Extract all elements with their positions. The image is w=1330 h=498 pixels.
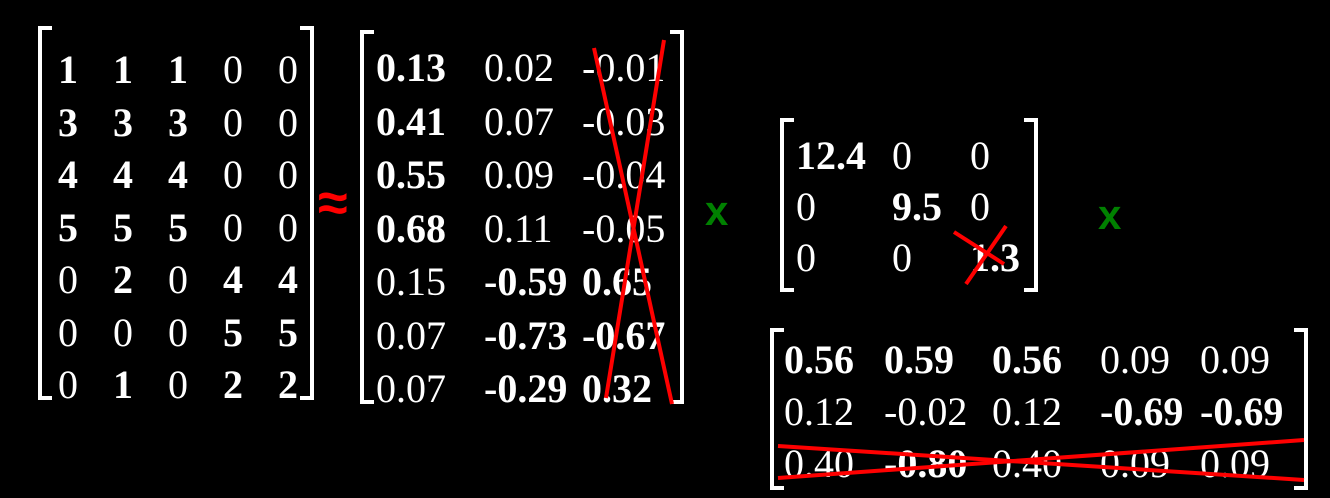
matrix-u-cell: -0.67 bbox=[582, 312, 666, 358]
matrix-a-cell: 5 bbox=[58, 204, 78, 250]
matrix-u-cell: 0.11 bbox=[484, 205, 553, 251]
matrix-s-cell: 0 bbox=[892, 133, 912, 178]
matrix-v-cell: -0.02 bbox=[884, 389, 968, 434]
matrix-a-cell: 0 bbox=[168, 309, 188, 355]
matrix-s-cell: 0 bbox=[796, 235, 816, 280]
matrix-u: 0.13 0.02 -0.01 0.41 0.07 -0.03 0.55 0.09 -0.04 0… bbox=[360, 30, 684, 409]
matrix-a-right-bracket bbox=[300, 26, 314, 400]
matrix-u-cell: 0.55 bbox=[376, 152, 446, 197]
matrix-u-cell: -0.73 bbox=[484, 312, 568, 358]
matrix-a-cell: 2 bbox=[113, 257, 133, 302]
matrix-v-cell: 0.56 bbox=[784, 337, 854, 382]
matrix-s-cell: 12.4 bbox=[796, 133, 866, 178]
times-symbol-1: x bbox=[705, 187, 729, 234]
matrix-a-left-bracket bbox=[38, 26, 52, 400]
matrix-u-cell: 0.13 bbox=[376, 45, 446, 90]
matrix-v-cell: 0.59 bbox=[884, 337, 954, 382]
matrix-a-cell: 4 bbox=[223, 257, 243, 302]
matrix-v-cell: 0.09 bbox=[1100, 337, 1170, 382]
matrix-a-cell: 3 bbox=[58, 99, 78, 145]
matrix-s-cell: 0 bbox=[970, 184, 990, 229]
matrix-a-cell: 0 bbox=[223, 47, 243, 92]
matrix-a-cell: 0 bbox=[278, 47, 298, 92]
matrix-v-right-bracket bbox=[1294, 328, 1308, 490]
matrix-v-cell: -0.80 bbox=[884, 441, 968, 486]
matrix-u-right-bracket bbox=[670, 30, 684, 404]
matrix-s-cell: 9.5 bbox=[892, 184, 942, 229]
matrix-a-cell: 5 bbox=[223, 309, 243, 355]
matrix-a-cell: 0 bbox=[278, 99, 298, 145]
matrix-u-cell: 0.09 bbox=[484, 152, 554, 197]
matrix-v-cell: 0.12 bbox=[992, 389, 1062, 434]
times-symbol-2: x bbox=[1098, 191, 1122, 238]
matrix-a: 11100333004440055500020440005501022 bbox=[38, 26, 314, 405]
matrix-a-cell: 1 bbox=[113, 362, 133, 407]
matrix-v-cell: 0.09 bbox=[1200, 337, 1270, 382]
matrix-v-cell: -0.69 bbox=[1200, 389, 1284, 434]
matrix-s-cell: 1.3 bbox=[970, 235, 1020, 280]
matrix-v-cell: -0.69 bbox=[1100, 389, 1184, 434]
matrix-a-cell: 0 bbox=[278, 152, 298, 197]
matrix-u-cell: -0.59 bbox=[484, 259, 568, 304]
matrix-v-cell: 0.12 bbox=[784, 389, 854, 434]
matrix-v-cell: 0.09 bbox=[1100, 441, 1170, 486]
matrix-a-cell: 2 bbox=[278, 362, 298, 407]
matrix-v-cell: 0.09 bbox=[1200, 441, 1270, 486]
matrix-sigma: 12.4 0 0 0 9.5 0 0 0 1.3 bbox=[780, 118, 1038, 292]
matrix-v-transpose: 0.56 0.59 0.56 0.09 0.09 0.12 -0.02 0.12 -0.69 -0… bbox=[770, 328, 1308, 490]
matrix-a-cell: 0 bbox=[278, 204, 298, 250]
matrix-v-cell: 0.56 bbox=[992, 337, 1062, 382]
matrix-v-cell: 0.40 bbox=[784, 441, 854, 486]
matrix-a-cell: 0 bbox=[223, 152, 243, 197]
matrix-a-cell: 0 bbox=[58, 257, 78, 302]
matrix-u-cell: 0.15 bbox=[376, 259, 446, 304]
matrix-u-cell: 0.07 bbox=[376, 366, 446, 411]
matrix-a-cell: 5 bbox=[278, 309, 298, 355]
matrix-a-cell: 3 bbox=[113, 99, 133, 145]
matrix-a-cell: 4 bbox=[278, 257, 298, 302]
matrix-a-cell: 3 bbox=[168, 99, 188, 145]
matrix-u-cell: 0.07 bbox=[484, 98, 554, 144]
matrix-a-cell: 5 bbox=[113, 204, 133, 250]
matrix-v-left-bracket bbox=[770, 328, 784, 490]
matrix-a-cell: 1 bbox=[58, 47, 78, 92]
matrix-a-cell: 0 bbox=[168, 362, 188, 407]
matrix-a-cell: 0 bbox=[168, 257, 188, 302]
matrix-s-cell: 0 bbox=[892, 235, 912, 280]
matrix-a-cell: 4 bbox=[113, 152, 133, 197]
matrix-u-cell: 0.65 bbox=[582, 259, 652, 304]
matrix-a-cell: 1 bbox=[113, 47, 133, 92]
matrix-v-cell: 0.40 bbox=[992, 441, 1062, 486]
matrix-sigma-right-bracket bbox=[1024, 118, 1038, 292]
matrix-u-cell: -0.04 bbox=[582, 152, 666, 197]
matrix-u-cell: -0.05 bbox=[582, 205, 666, 251]
matrix-a-cell: 0 bbox=[113, 309, 133, 355]
matrix-u-cell: 0.07 bbox=[376, 312, 446, 358]
matrix-a-cell: 2 bbox=[223, 362, 243, 407]
matrix-u-cell: -0.01 bbox=[582, 45, 666, 90]
matrix-a-cell: 0 bbox=[58, 362, 78, 407]
matrix-s-cell: 0 bbox=[970, 133, 990, 178]
matrix-a-cell: 0 bbox=[58, 309, 78, 355]
matrix-a-cell: 4 bbox=[168, 152, 188, 197]
matrix-a-cell: 5 bbox=[168, 204, 188, 250]
matrix-a-cell: 0 bbox=[223, 204, 243, 250]
matrix-u-cell: -0.29 bbox=[484, 366, 568, 411]
matrix-u-cell: 0.41 bbox=[376, 98, 446, 144]
matrix-u-cell: 0.02 bbox=[484, 45, 554, 90]
matrix-a-cell: 0 bbox=[223, 99, 243, 145]
matrix-u-cell: -0.03 bbox=[582, 98, 666, 144]
approx-symbol: ≈ bbox=[318, 173, 348, 233]
matrix-sigma-left-bracket bbox=[780, 118, 794, 292]
matrix-u-left-bracket bbox=[360, 30, 374, 404]
matrix-u-cell: 0.32 bbox=[582, 366, 652, 411]
matrix-u-cell: 0.68 bbox=[376, 205, 446, 251]
matrix-a-cell: 4 bbox=[58, 152, 78, 197]
matrix-s-cell: 0 bbox=[796, 184, 816, 229]
matrix-a-cell: 1 bbox=[168, 47, 188, 92]
